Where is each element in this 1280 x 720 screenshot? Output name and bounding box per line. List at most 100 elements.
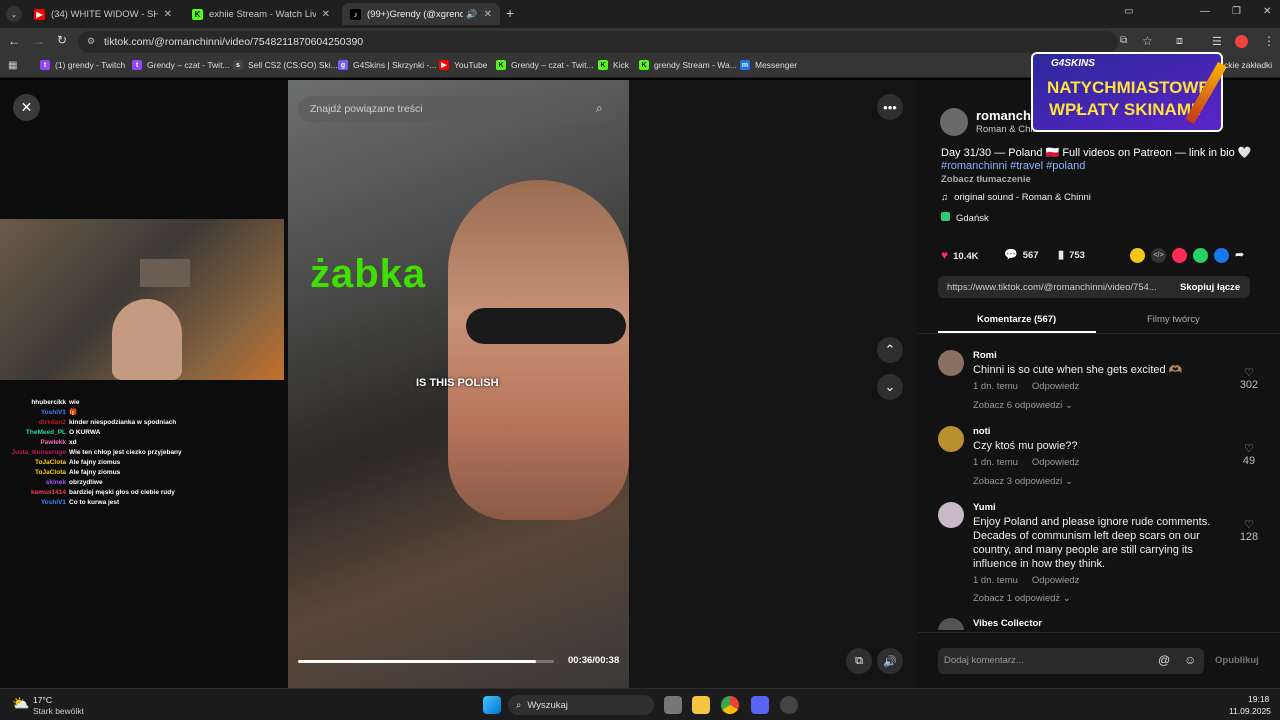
pip-icon[interactable]: ⧉ [846, 648, 872, 674]
facebook-icon[interactable] [1214, 248, 1229, 263]
comment-like[interactable]: ♡ 302 [1234, 366, 1264, 391]
location-row[interactable]: Gdańsk [941, 212, 989, 224]
embed-icon[interactable]: </> [1151, 248, 1166, 263]
search-icon[interactable]: ⌕ [596, 101, 603, 116]
reload-icon[interactable]: ↻ [57, 33, 67, 47]
see-translation-link[interactable]: Zobacz tłumaczenie [941, 174, 1031, 185]
comment-like[interactable]: ♡ 128 [1234, 518, 1264, 543]
comment-author[interactable]: Vibes Collector [973, 618, 1042, 629]
sound-row[interactable]: ♫ original sound - Roman & Chinni [941, 192, 1091, 203]
bookmark-item[interactable]: t Grendy – czat - Twit... [132, 60, 230, 70]
extensions-icon[interactable]: ⧈ [1176, 35, 1183, 48]
tab-tiktok[interactable]: ♪ (99+)Grendy (@xgrendy) | T 🔊 ✕ [342, 3, 500, 25]
comment-avatar[interactable] [938, 426, 964, 452]
url-field[interactable]: ⚙ tiktok.com/@romanchinni/video/75482118… [78, 31, 1153, 53]
like-button[interactable]: ♥ 10.4K [941, 248, 978, 262]
weather-icon[interactable]: ⛅ [12, 695, 29, 712]
whatsapp-icon[interactable] [1193, 248, 1208, 263]
apps-grid-icon[interactable]: ▦ [8, 60, 17, 71]
comment-avatar[interactable] [938, 350, 964, 376]
copy-link-button[interactable]: Skopiuj łącze [1180, 282, 1240, 293]
video-time: 00:36/00:38 [568, 655, 620, 666]
related-search-input[interactable]: Znajdź powiązane treści ⌕ [298, 96, 618, 122]
taskbar-search[interactable]: ⌕ Wyszukaj [508, 695, 654, 715]
new-tab-button[interactable]: + [506, 5, 514, 21]
bookmark-item[interactable]: g G4Skins | Skrzynki -... [338, 60, 436, 70]
comment-avatar[interactable] [938, 618, 964, 630]
emoji-icon[interactable]: ☺ [1184, 653, 1196, 667]
video-progress-bar[interactable] [298, 660, 554, 663]
reading-list-icon[interactable]: ☰ [1212, 35, 1222, 48]
browser-tab-bar: ⌄ ▶ (34) WHITE WIDOW - SHINJUKU ✕ K exhi… [0, 0, 1280, 28]
bookmark-item[interactable]: m Messenger [740, 60, 797, 70]
weather-temp[interactable]: 17°C [33, 695, 52, 705]
minimize-icon[interactable]: — [1200, 6, 1210, 17]
speaker-icon[interactable]: 🔊 [466, 9, 477, 20]
previous-video-button[interactable]: ⌃ [877, 337, 903, 363]
start-icon[interactable] [483, 696, 501, 714]
author-avatar[interactable] [940, 108, 968, 136]
next-video-button[interactable]: ⌄ [877, 374, 903, 400]
profile-avatar[interactable] [1235, 35, 1248, 48]
bookmark-item[interactable]: K Kick [598, 60, 629, 70]
comment-button[interactable]: 💬 567 [1004, 248, 1039, 261]
bookmark-item[interactable]: s Sell CS2 (CS:GO) Ski... [233, 60, 338, 70]
send-icon[interactable] [1172, 248, 1187, 263]
bookmark-item[interactable]: ▶ YouTube [439, 60, 487, 70]
forward-icon[interactable]: → [33, 34, 45, 48]
bookmark-star-icon[interactable]: ☆ [1142, 34, 1153, 48]
profile-switch-icon[interactable]: ▭ [1124, 6, 1133, 17]
close-modal-button[interactable]: ✕ [13, 94, 40, 121]
bookmark-item[interactable]: t (1) grendy - Twitch [40, 60, 125, 70]
save-button[interactable]: ▮ 753 [1058, 248, 1085, 261]
more-options-icon[interactable]: ••• [877, 94, 903, 120]
mention-icon[interactable]: @ [1158, 653, 1170, 667]
reply-link[interactable]: Odpowiedz [1032, 381, 1080, 392]
task-view-icon[interactable] [664, 696, 682, 714]
tab-comments[interactable]: Komentarze (567) [977, 314, 1056, 325]
discord-icon[interactable] [751, 696, 769, 714]
site-info-icon[interactable]: ⚙ [87, 36, 95, 47]
clock-time[interactable]: 19:18 [1248, 694, 1269, 704]
comment-author[interactable]: noti [973, 426, 990, 437]
comment-input[interactable]: Dodaj komentarz... @ ☺ [938, 648, 1204, 674]
all-bookmarks[interactable]: ckie zakładki [1224, 60, 1272, 70]
chrome-icon[interactable] [721, 696, 739, 714]
tab-kick[interactable]: K exhiie Stream - Watch Live on K ✕ [184, 3, 338, 25]
more-menu-icon[interactable]: ⋮ [1263, 34, 1275, 48]
close-tab-icon[interactable]: ✕ [322, 9, 330, 20]
g4skins-icon: g [338, 60, 348, 70]
view-replies-link[interactable]: Zobacz 3 odpowiedzi ⌄ [973, 476, 1073, 487]
reply-link[interactable]: Odpowiedz [1032, 575, 1080, 586]
tab-list-menu-icon[interactable]: ⌄ [6, 6, 22, 22]
comment-author[interactable]: Romi [973, 350, 997, 361]
install-app-icon[interactable]: ⧉ [1120, 35, 1127, 46]
close-tab-icon[interactable]: ✕ [484, 9, 492, 20]
chat-username: hhubercikk [31, 399, 66, 406]
tab-creator-videos[interactable]: Filmy twórcy [1147, 314, 1200, 325]
view-replies-link[interactable]: Zobacz 1 odpowiedź ⌄ [973, 593, 1071, 604]
video-player[interactable]: Znajdź powiązane treści ⌕ żabka IS THIS … [288, 80, 629, 688]
back-icon[interactable]: ← [8, 34, 20, 48]
reply-link[interactable]: Odpowiedz [1032, 457, 1080, 468]
bookmark-item[interactable]: Kgrendy Stream - Wa... [639, 60, 737, 70]
comment-like[interactable]: ♡ 49 [1234, 442, 1264, 467]
g4skins-ad-banner[interactable]: G4SKINS NATYCHMIASTOWE WPŁATY SKINAMI! [1031, 52, 1227, 132]
comment-avatar[interactable] [938, 502, 964, 528]
ad-brand: G4SKINS [1051, 58, 1095, 69]
volume-icon[interactable]: 🔊 [877, 648, 903, 674]
comment-author[interactable]: Yumi [973, 502, 996, 513]
coin-icon[interactable] [1130, 248, 1145, 263]
app-icon[interactable] [780, 696, 798, 714]
publish-button[interactable]: Opublikuj [1215, 655, 1259, 666]
restore-icon[interactable]: ❐ [1232, 6, 1241, 17]
post-hashtags[interactable]: #romanchinni #travel #poland [941, 160, 1085, 172]
close-tab-icon[interactable]: ✕ [164, 9, 172, 20]
tab-youtube[interactable]: ▶ (34) WHITE WIDOW - SHINJUKU ✕ [26, 3, 180, 25]
author-username[interactable]: romanchi [976, 108, 1035, 123]
bookmark-item[interactable]: K Grendy – czat - Twit... [496, 60, 594, 70]
view-replies-link[interactable]: Zobacz 6 odpowiedzi ⌄ [973, 400, 1073, 411]
share-arrow-icon[interactable]: ➦ [1235, 248, 1244, 263]
file-explorer-icon[interactable] [692, 696, 710, 714]
close-window-icon[interactable]: ✕ [1263, 6, 1271, 17]
